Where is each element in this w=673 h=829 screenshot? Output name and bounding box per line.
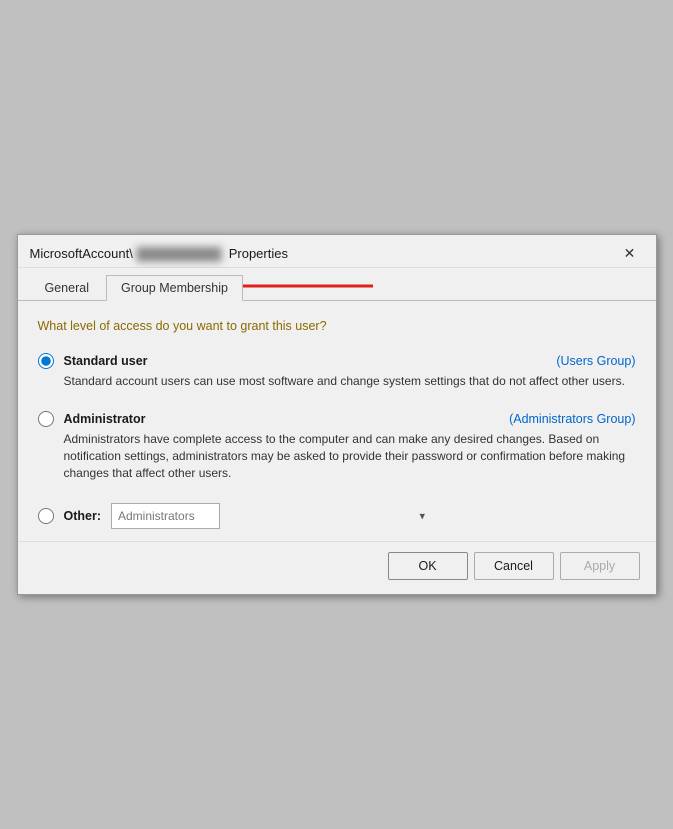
other-option-row: Other: Administrators Guests Users Power… [38,503,636,529]
tab-bar: General Group Membership [18,268,656,301]
other-select[interactable]: Administrators Guests Users Power Users [111,503,220,529]
tabs-wrapper: General Group Membership [18,268,656,301]
administrator-left: Administrator [38,411,146,427]
other-label: Other: [64,509,102,523]
ok-button[interactable]: OK [388,552,468,580]
dialog-title: MicrosoftAccount\ ██████████ Properties [30,246,288,261]
dialog-footer: OK Cancel Apply [18,541,656,594]
title-account: MicrosoftAccount\ [30,246,133,261]
standard-user-desc: Standard account users can use most soft… [64,373,636,390]
standard-user-header: Standard user (Users Group) [38,353,636,369]
administrator-radio[interactable] [38,411,54,427]
close-button[interactable]: ✕ [616,243,644,263]
standard-user-option: Standard user (Users Group) Standard acc… [38,353,636,390]
cancel-button[interactable]: Cancel [474,552,554,580]
tab-group-membership[interactable]: Group Membership [106,275,243,301]
standard-user-left: Standard user [38,353,148,369]
access-question: What level of access do you want to gran… [38,319,636,333]
tab-general[interactable]: General [30,275,104,301]
properties-dialog: MicrosoftAccount\ ██████████ Properties … [17,234,657,595]
tab-content: What level of access do you want to gran… [18,301,656,541]
other-select-wrapper: Administrators Guests Users Power Users [111,503,431,529]
apply-button[interactable]: Apply [560,552,640,580]
administrator-group: (Administrators Group) [509,412,635,426]
administrator-option: Administrator (Administrators Group) Adm… [38,411,636,483]
standard-user-radio[interactable] [38,353,54,369]
title-properties: Properties [229,246,288,261]
other-radio[interactable] [38,508,54,524]
title-bar: MicrosoftAccount\ ██████████ Properties … [18,235,656,268]
standard-user-label: Standard user [64,354,148,368]
standard-user-group: (Users Group) [556,354,635,368]
administrator-desc: Administrators have complete access to t… [64,431,636,483]
administrator-label: Administrator [64,412,146,426]
administrator-header: Administrator (Administrators Group) [38,411,636,427]
